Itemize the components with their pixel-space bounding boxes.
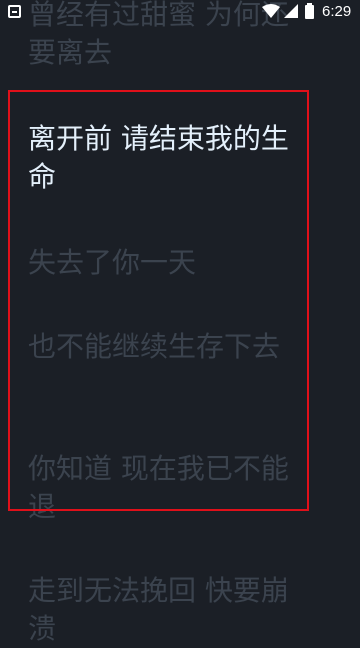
lyric-line[interactable]: 失去了你一天 [28, 244, 313, 282]
signal-icon [284, 4, 298, 18]
battery-icon [305, 3, 314, 19]
lyrics-view[interactable]: 曾经有过甜蜜 为何还要离去 离开前 请结束我的生命 失去了你一天 也不能继续生存… [0, 0, 360, 645]
clock: 6:29 [322, 3, 352, 20]
app-icon [8, 5, 21, 18]
lyric-line[interactable]: 走到无法挽回 快要崩溃 [28, 572, 313, 648]
lyric-line-current[interactable]: 离开前 请结束我的生命 [28, 120, 313, 196]
wifi-icon [262, 4, 280, 18]
status-bar: 6:29 [0, 0, 360, 24]
lyric-line[interactable]: 也不能继续生存下去 [28, 328, 313, 366]
lyric-line[interactable]: 你知道 现在我已不能退 [28, 450, 313, 526]
